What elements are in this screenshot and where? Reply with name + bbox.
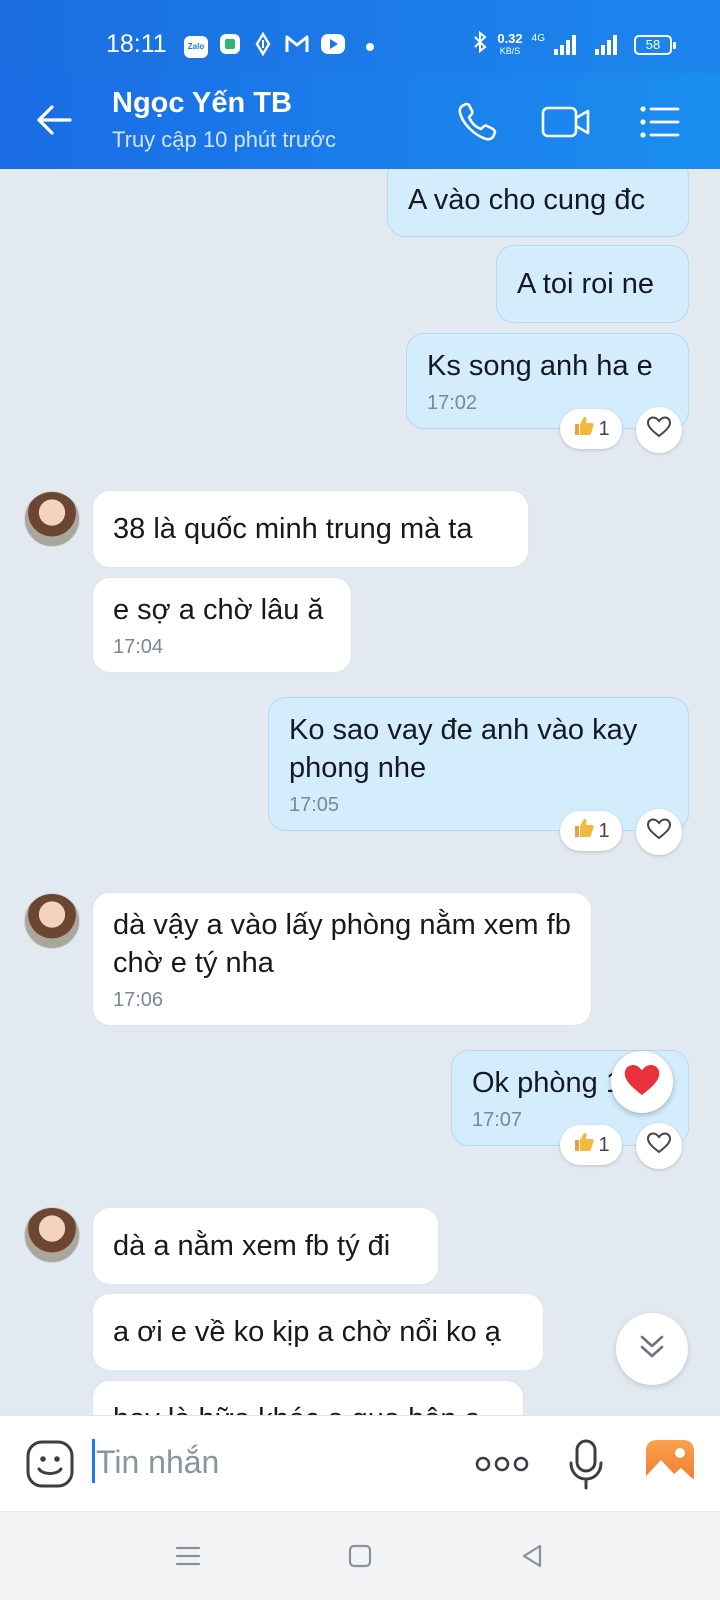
last-seen-status: Truy cập 10 phút trước (112, 127, 336, 152)
add-reaction-button[interactable] (636, 1123, 682, 1169)
system-indicators: 0.32 KB/S 4G 58 (472, 30, 676, 59)
battery-icon: 58 (634, 34, 676, 55)
message-time: 17:02 (427, 392, 478, 414)
signal-icon-sim2 (595, 34, 617, 55)
message-input-placeholder: Tin nhắn (96, 1444, 220, 1480)
chat-app-icon (218, 32, 242, 61)
emoji-sticker-icon[interactable] (24, 1438, 76, 1495)
heart-reaction-badge[interactable] (611, 1051, 673, 1113)
message-incoming[interactable]: 38 là quốc minh trung mà ta (92, 490, 529, 568)
heart-outline-icon (646, 817, 672, 847)
composer-bar: Tin nhắn (0, 1415, 720, 1511)
reaction-count: 1 (598, 1133, 610, 1156)
message-input[interactable]: Tin nhắn (88, 1416, 448, 1512)
contact-name[interactable]: Ngọc Yến TB (112, 87, 292, 120)
message-text: dà vậy a vào lấy phòng nằm xem fb chờ e … (113, 909, 571, 979)
message-time: 17:06 (113, 989, 164, 1011)
network-speed-value: 0.32 (497, 30, 523, 46)
message-incoming[interactable]: hay là hữa khác a qua hôn a (92, 1380, 524, 1415)
notification-icons: Zalo (184, 31, 374, 61)
thumbs-up-icon (572, 414, 596, 444)
network-speed: 0.32 KB/S (497, 30, 523, 57)
chat-header: Ngọc Yến TB Truy cập 10 phút trước (0, 73, 720, 169)
phone-icon[interactable] (452, 97, 502, 147)
add-reaction-button[interactable] (636, 809, 682, 855)
reaction-like-count[interactable]: 1 (560, 409, 622, 449)
menu-list-icon[interactable] (634, 97, 684, 147)
message-text: Ks song anh ha e (427, 350, 653, 382)
bluetooth-icon (472, 30, 488, 59)
zalo-app-icon: Zalo (184, 35, 208, 58)
back-arrow-icon[interactable] (34, 100, 74, 140)
message-outgoing[interactable]: A vào cho cung đc (387, 169, 689, 237)
message-incoming[interactable]: e sợ a chờ lâu ă 17:04 (92, 577, 352, 673)
text-cursor (92, 1439, 95, 1483)
message-text: e sợ a chờ lâu ă (113, 594, 324, 626)
vpn-icon (252, 31, 274, 61)
reaction-count: 1 (598, 417, 610, 440)
scroll-to-bottom-button[interactable] (616, 1313, 688, 1385)
microphone-icon[interactable] (566, 1438, 606, 1497)
message-outgoing[interactable]: A toi roi ne (496, 245, 689, 323)
more-options-icon[interactable] (474, 1446, 530, 1487)
reaction-like-count[interactable]: 1 (560, 1125, 622, 1165)
image-gallery-icon[interactable] (644, 1438, 696, 1493)
message-incoming[interactable]: dà vậy a vào lấy phòng nằm xem fb chờ e … (92, 892, 592, 1026)
message-time: 17:04 (113, 636, 164, 658)
message-list[interactable]: A vào cho cung đc A toi roi ne Ks song a… (0, 169, 720, 1415)
thumbs-up-icon (572, 816, 596, 846)
message-text: A toi roi ne (517, 268, 655, 300)
reaction-like-count[interactable]: 1 (560, 811, 622, 851)
message-text: Ko sao vay đe anh vào kay phong nhe (289, 714, 638, 784)
heart-outline-icon (646, 415, 672, 445)
contact-avatar[interactable] (24, 1207, 80, 1263)
message-text: hay là hữa khác a qua hôn a (113, 1381, 503, 1415)
message-text: A vào cho cung đc (408, 184, 645, 216)
gmail-icon (284, 33, 310, 60)
signal-icon-sim1 (554, 34, 576, 55)
add-reaction-button[interactable] (636, 407, 682, 453)
video-call-icon[interactable] (540, 97, 590, 147)
status-bar: 18:11 Zalo 0.32 KB/S 4G 58 (0, 0, 720, 73)
message-outgoing[interactable]: Ko sao vay đe anh vào kay phong nhe 17:0… (268, 697, 689, 831)
home-icon[interactable] (346, 1542, 374, 1575)
heart-outline-icon (646, 1131, 672, 1161)
heart-filled-icon (622, 1062, 662, 1103)
message-incoming[interactable]: a ơi e về ko kịp a chờ nổi ko ạ (92, 1293, 544, 1371)
contact-avatar[interactable] (24, 491, 80, 547)
message-text: 38 là quốc minh trung mà ta (113, 513, 473, 545)
message-incoming[interactable]: dà a nằm xem fb tý đi (92, 1207, 439, 1285)
contact-avatar[interactable] (24, 893, 80, 949)
more-notifications-dot (366, 42, 374, 51)
reaction-count: 1 (598, 819, 610, 842)
network-type: 4G (531, 33, 545, 44)
system-nav-bar (0, 1511, 720, 1600)
double-chevron-down-icon (636, 1331, 668, 1368)
recent-apps-icon[interactable] (174, 1542, 202, 1575)
message-text: dà a nằm xem fb tý đi (113, 1230, 391, 1262)
status-time: 18:11 (106, 30, 167, 58)
network-speed-unit: KB/S (499, 45, 521, 56)
message-text: a ơi e về ko kịp a chờ nổi ko ạ (113, 1316, 501, 1348)
video-app-icon (320, 32, 346, 61)
back-triangle-icon[interactable] (518, 1542, 546, 1575)
thumbs-up-icon (572, 1130, 596, 1160)
